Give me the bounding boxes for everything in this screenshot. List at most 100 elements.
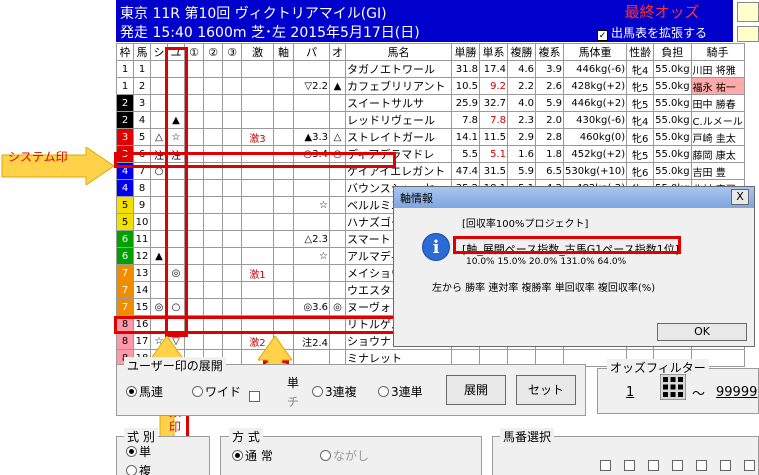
highlight-row-7 [114,152,396,168]
cell-name[interactable]: レッドリヴェール [345,111,452,129]
cell-jk: 戸崎 圭太 [690,128,745,146]
cell-ft: 55.0kg [653,162,692,180]
highlight-column-y [165,47,188,337]
cell-name[interactable]: タガノエトワール [345,60,452,78]
radio-umaren[interactable]: 馬連 [126,383,163,400]
odds-max-field[interactable]: 99999 [716,385,757,400]
cell-ft: 55.0kg [653,94,692,112]
horse-row[interactable]: 3 5 △ ☆ 激3 ▲3.3 △ ストレイトガール 14.1 11.5 2.9 2.8 460kg(0… [116,128,745,146]
cell-tan: 5.5 [451,145,480,163]
horse-number-checkbox[interactable] [648,460,659,471]
horse-number-checkbox[interactable] [600,460,611,471]
cell-sa: 牝6 [626,128,655,146]
cell-pm [293,94,330,112]
cell-pm: ▲3.3 [293,128,330,146]
corner-panel [737,26,759,42]
cell-waku: 1 [116,60,134,78]
checkbox-icon[interactable]: ✓ [597,30,608,41]
cell-tan: 7.8 [451,111,480,129]
cell-g [241,179,274,197]
cell-name[interactable]: カフェブリリアント [345,77,452,95]
column-header[interactable]: 複勝 [507,43,536,61]
radio-bet-win[interactable]: 単 [126,443,151,460]
dialog-titlebar[interactable]: 軸情報 X [394,187,754,208]
column-header[interactable]: 負担 [653,43,692,61]
horse-row[interactable]: 2 4 ▲ レッドリヴェール 7.8 7.8 2.3 2.0 430kg(-6) 牝4 55.0kg… [116,111,745,129]
horse-number-checkbox[interactable] [744,460,755,471]
cell-g: 激3 [241,128,274,146]
horse-row[interactable]: 2 3 スイートサルサ 25.9 32.7 4.0 5.9 446kg(+2) 牝5 55.0kg… [116,94,745,112]
radio-method-normal[interactable]: 通 常 [232,447,273,464]
cell-tk: 31.5 [479,162,508,180]
cell-uma: 12 [133,247,151,265]
column-header[interactable]: ③ [222,43,242,61]
option-checkbox[interactable] [249,391,260,402]
set-button[interactable]: セット [516,375,576,405]
expand-button[interactable]: 展開 [446,375,506,405]
ok-button[interactable]: OK [657,323,747,341]
cell-g [241,111,274,129]
dialog-title: 軸情報 [400,192,433,205]
cell-waku: 5 [116,213,134,231]
column-header[interactable]: オ [329,43,346,61]
odds-min-field[interactable]: 1 [626,385,634,400]
cell-tk: 7.8 [479,111,508,129]
horse-number-checkbox[interactable] [624,460,635,471]
cell-po: ▲ [329,77,346,95]
keypad-icon[interactable] [660,374,686,400]
column-header[interactable]: パ [293,43,330,61]
cell-tk: 9.2 [479,77,508,95]
column-header[interactable]: 性齢 [626,43,655,61]
column-header[interactable]: 激 [241,43,274,61]
column-header[interactable]: 複系 [535,43,564,61]
cell-j [273,230,294,248]
radio-tan[interactable]: 単 [287,374,299,391]
radio-bet-place[interactable]: 複 [126,462,151,475]
close-icon[interactable]: X [731,189,749,205]
column-header[interactable]: ② [203,43,223,61]
column-header[interactable]: 馬 [133,43,151,61]
checkbox-label: チ [287,395,300,409]
cell-pm: ☆ [293,247,330,265]
cell-po [329,230,346,248]
cell-j [273,128,294,146]
cell-sa: 牝5 [626,77,655,95]
column-header[interactable]: 馬名 [345,43,452,61]
cell-ft: 55.0kg [653,111,692,129]
dialog-project-line: [回収率100%プロジェクト] [462,219,589,230]
column-header[interactable]: 単系 [479,43,508,61]
cell-ft: 55.0kg [653,60,692,78]
horse-number-checkbox[interactable] [720,460,731,471]
radio-method-nagashi[interactable]: ながし [320,447,369,464]
cell-uma: 9 [133,196,151,214]
cell-sa: 牝6 [626,162,655,180]
cell-sa: 牝4 [626,111,655,129]
cell-c3 [222,196,242,214]
dialog-rates-legend: 左から 勝率 連対率 複勝率 単回収率 複回収率(%) [432,283,656,294]
column-header[interactable]: 単勝 [451,43,480,61]
radio-wide[interactable]: ワイド [192,383,241,400]
cell-j [273,213,294,231]
cell-tk: 11.5 [479,128,508,146]
column-header[interactable]: 馬体重 [562,43,628,61]
cell-name[interactable]: ストレイトガール [345,128,452,146]
cell-tan: 31.8 [451,60,480,78]
cell-waku: 6 [116,230,134,248]
horse-number-checkbox[interactable] [672,460,683,471]
expand-racecard-checkbox[interactable]: ✓ 出馬表を拡張する [591,24,733,42]
column-header[interactable]: 枠 [116,43,134,61]
column-header[interactable]: 軸 [273,43,294,61]
cell-fuku: 4.6 [507,60,536,78]
horse-row[interactable]: 1 1 タガノエトワール 31.8 17.4 4.6 3.9 446kg(-6) 牝4 55.0k… [116,60,745,78]
cell-ft: 55.0kg [653,145,692,163]
radio-sanrenpuku[interactable]: 3連複 [312,383,357,400]
cell-c2 [203,264,223,282]
horse-row[interactable]: 1 2 ▽2.2 ▲ カフェブリリアント 10.5 9.2 2.2 2.6 428kg(+2) 牝5… [116,77,745,95]
radio-sanrentan[interactable]: 3連単 [378,383,423,400]
cell-jk: 福永 祐一 [690,77,745,95]
horse-number-checkbox[interactable] [696,460,707,471]
cell-g [241,298,274,316]
cell-c3 [222,77,242,95]
column-header[interactable]: 騎手 [690,43,745,61]
cell-name[interactable]: スイートサルサ [345,94,452,112]
